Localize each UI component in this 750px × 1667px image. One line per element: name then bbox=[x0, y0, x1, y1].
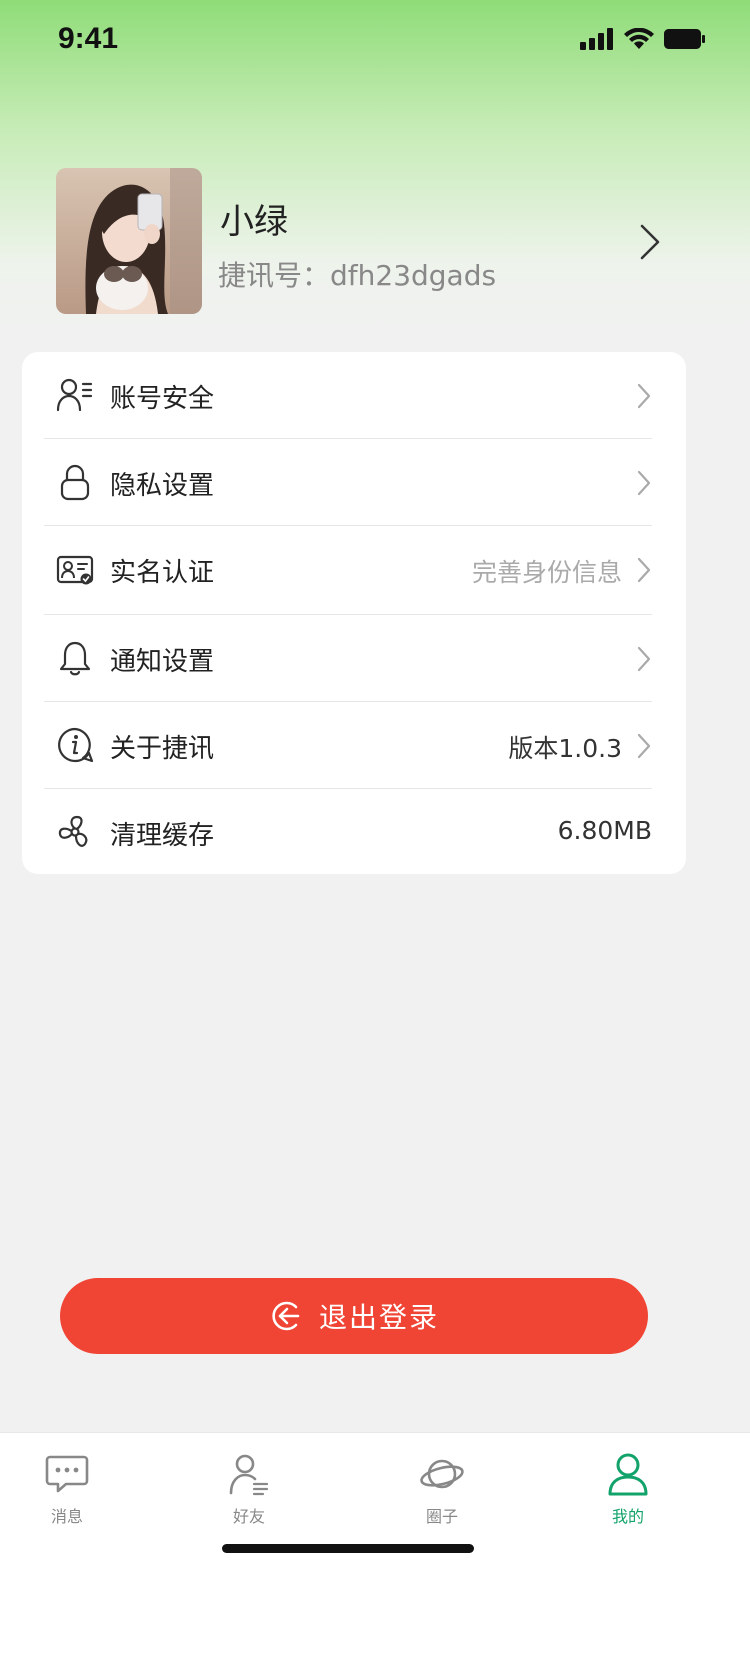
tab-me[interactable]: 我的 bbox=[578, 1451, 678, 1541]
profile-icon bbox=[608, 1453, 648, 1496]
menu-item-notification-settings[interactable]: 通知设置 bbox=[22, 615, 686, 701]
menu-item-label: 隐私设置 bbox=[110, 471, 215, 501]
chevron-right-icon bbox=[637, 383, 651, 409]
menu-item-clear-cache[interactable]: 清理缓存 6.80MB bbox=[22, 789, 686, 875]
status-bar: 9:41 bbox=[0, 0, 750, 88]
menu-item-label: 关于捷讯 bbox=[110, 734, 215, 764]
home-indicator bbox=[222, 1544, 474, 1553]
tab-label: 消息 bbox=[50, 1507, 83, 1526]
menu-item-privacy-settings[interactable]: 隐私设置 bbox=[22, 439, 686, 525]
chevron-right-icon bbox=[637, 557, 651, 583]
wifi-icon bbox=[624, 28, 654, 49]
chevron-right-icon bbox=[637, 470, 651, 496]
logout-button[interactable]: 退出登录 bbox=[60, 1278, 648, 1354]
bell-icon bbox=[59, 641, 91, 676]
id-card-icon bbox=[56, 555, 94, 585]
menu-item-label: 实名认证 bbox=[110, 558, 215, 588]
menu-item-real-name-verification[interactable]: 实名认证 完善身份信息 bbox=[22, 526, 686, 612]
chevron-right-icon bbox=[637, 733, 651, 759]
tab-label: 好友 bbox=[232, 1507, 265, 1526]
jx-id: 捷讯号：dfh23dgads bbox=[218, 259, 497, 292]
user-list-icon bbox=[56, 378, 93, 412]
battery-icon bbox=[664, 29, 705, 49]
menu-item-value: 完善身份信息 bbox=[471, 558, 622, 587]
avatar-photo bbox=[56, 168, 202, 314]
logout-icon bbox=[272, 1301, 300, 1331]
tab-label: 我的 bbox=[611, 1507, 644, 1526]
menu-item-value: 6.80MB bbox=[557, 816, 652, 845]
tab-friends[interactable]: 好友 bbox=[199, 1451, 299, 1541]
menu-item-label: 清理缓存 bbox=[110, 821, 215, 851]
tab-messages[interactable]: 消息 bbox=[17, 1451, 117, 1541]
fan-icon bbox=[58, 815, 88, 847]
chevron-right-icon bbox=[637, 646, 651, 672]
nickname: 小绿 bbox=[220, 202, 288, 242]
info-bubble-icon bbox=[58, 727, 94, 763]
chevron-right-icon[interactable] bbox=[636, 222, 664, 262]
planet-icon bbox=[420, 1459, 464, 1489]
menu-item-account-security[interactable]: 账号安全 bbox=[22, 352, 686, 438]
menu-item-label: 账号安全 bbox=[110, 384, 215, 414]
tab-label: 圈子 bbox=[425, 1507, 458, 1526]
menu-item-about[interactable]: 关于捷讯 版本1.0.3 bbox=[22, 702, 686, 788]
tab-circle[interactable]: 圈子 bbox=[392, 1451, 492, 1541]
status-icons bbox=[580, 28, 706, 50]
status-time: 9:41 bbox=[58, 22, 119, 55]
friends-icon bbox=[229, 1454, 269, 1496]
signal-icon bbox=[580, 28, 613, 50]
chat-icon bbox=[45, 1455, 89, 1493]
avatar[interactable] bbox=[56, 168, 202, 314]
menu-item-label: 通知设置 bbox=[110, 647, 215, 677]
logout-label: 退出登录 bbox=[318, 1301, 439, 1334]
profile-header[interactable]: 小绿 捷讯号：dfh23dgads bbox=[0, 168, 750, 318]
settings-card: 账号安全 隐私设置 实名认证 完善身份信息 通知设置 关于捷讯 版本1.0.3 … bbox=[22, 352, 686, 874]
menu-item-value: 版本1.0.3 bbox=[508, 734, 622, 763]
lock-icon bbox=[60, 464, 90, 501]
